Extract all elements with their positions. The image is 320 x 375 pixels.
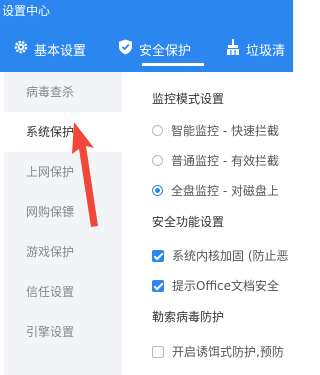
sidebar-item-label: 病毒查杀 [26,85,75,99]
red-arrow-annotation [72,122,98,227]
checkbox-office-doc-alert[interactable]: 提示Office文档安全 [152,277,279,294]
broom-icon [226,39,240,59]
sidebar-item-system-protection[interactable]: 系统保护 [4,112,122,152]
radio-button-selected[interactable] [152,185,163,196]
tab-security-protection[interactable]: 安全保护 [118,35,191,63]
checkbox-unchecked[interactable] [152,345,164,358]
sidebar-item-label: 信任设置 [26,285,75,299]
checkbox-checked[interactable] [152,249,164,262]
tab-label: 安全保护 [139,43,192,59]
option-label: 开启诱饵式防护,预防 [172,345,284,359]
sidebar-item-label: 引擎设置 [26,325,75,339]
sidebar-item-game-protection[interactable]: 游戏保护 [4,232,122,272]
section-title-ransomware: 勒索病毒防护 [152,310,225,324]
section-title-security-features: 安全功能设置 [152,215,225,229]
tab-junk-clean[interactable]: 垃圾清 [226,35,285,63]
section-title-monitor-mode: 监控模式设置 [152,92,225,106]
sidebar-item-trust-settings[interactable]: 信任设置 [4,272,122,312]
shield-check-icon [118,39,133,59]
checkbox-checked[interactable] [152,279,164,292]
sidebar-item-shopping-guard[interactable]: 网购保镖 [4,192,122,232]
tab-label: 垃圾清 [246,43,286,59]
gear-icon [14,40,28,58]
radio-button[interactable] [152,155,163,166]
radio-button[interactable] [152,125,163,136]
sidebar-item-label: 游戏保护 [26,245,75,259]
option-label: 全盘监控 - 对磁盘上 [171,184,279,198]
window-title: 设置中心 [2,4,51,18]
sidebar: 病毒查杀 系统保护 上网保护 网购保镖 游戏保护 信任设置 引擎设置 [4,72,122,375]
sidebar-item-web-protection[interactable]: 上网保护 [4,152,122,192]
checkbox-kernel-hardening[interactable]: 系统内核加固 (防止恶 [152,247,289,264]
active-tab-indicator [142,63,204,66]
title-bar: 设置中心 基本设置 安全保护 垃圾清 [0,0,293,72]
option-label: 智能监控 - 快速拦截 [171,124,279,138]
radio-smart-monitor[interactable]: 智能监控 - 快速拦截 [152,122,279,139]
option-label: 提示Office文档安全 [172,279,280,293]
radio-normal-monitor[interactable]: 普通监控 - 有效拦截 [152,152,279,169]
settings-content: 监控模式设置 智能监控 - 快速拦截 普通监控 - 有效拦截 全盘监控 - 对磁… [122,72,293,375]
option-label: 普通监控 - 有效拦截 [171,154,279,168]
sidebar-item-virus-scan[interactable]: 病毒查杀 [4,72,122,112]
sidebar-item-engine-settings[interactable]: 引擎设置 [4,312,122,352]
checkbox-bait-protection[interactable]: 开启诱饵式防护,预防 [152,343,284,360]
tab-basic-settings[interactable]: 基本设置 [14,35,86,63]
option-label: 系统内核加固 (防止恶 [172,249,289,263]
tab-label: 基本设置 [34,43,87,59]
radio-full-disk-monitor[interactable]: 全盘监控 - 对磁盘上 [152,182,279,199]
